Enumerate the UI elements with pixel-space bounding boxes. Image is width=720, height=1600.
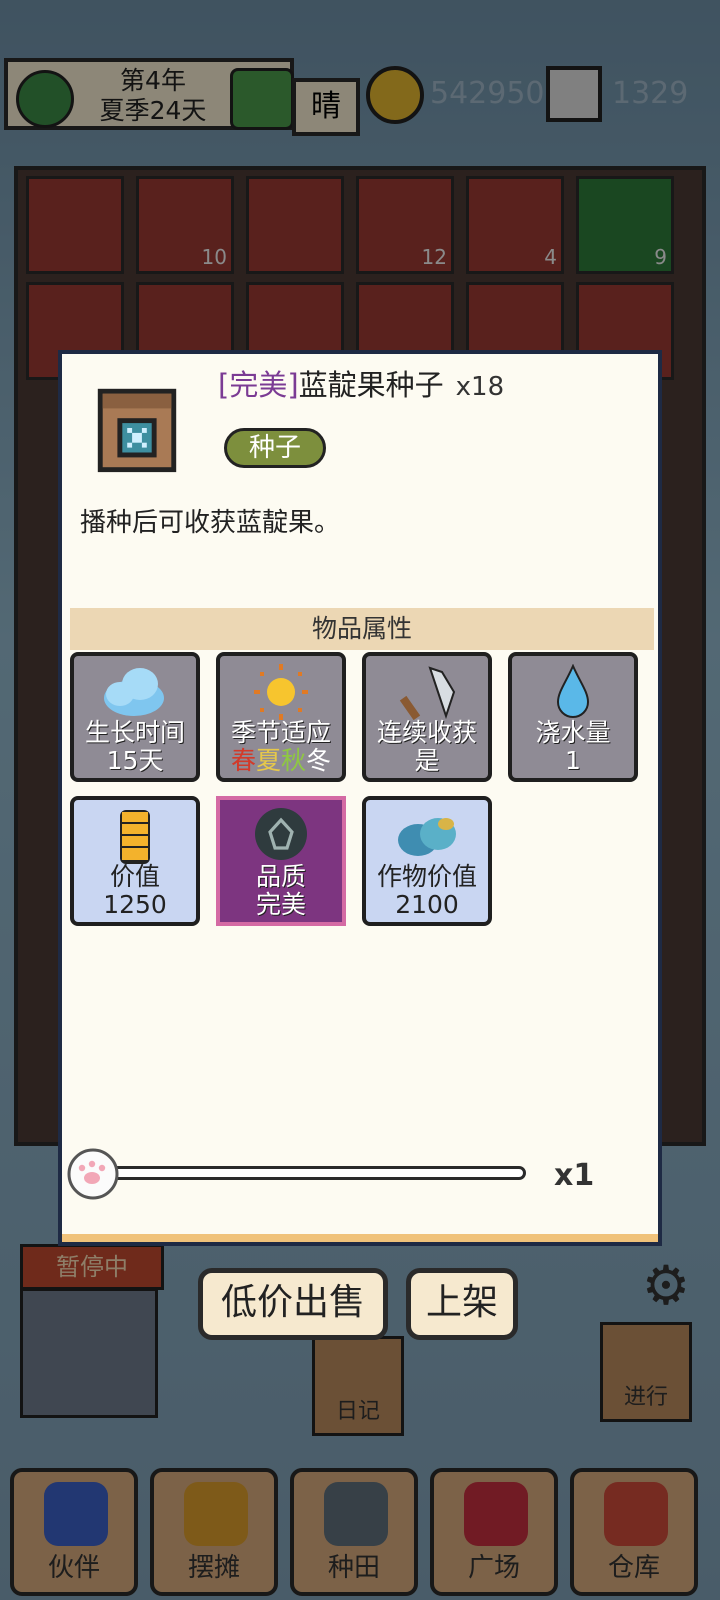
- season-values: 春夏秋冬: [220, 746, 342, 776]
- cloud-icon: [104, 668, 164, 716]
- season-autumn: 秋: [281, 746, 307, 775]
- quantity-slider[interactable]: [102, 1166, 526, 1180]
- quality-card: 品质 完美: [216, 796, 346, 926]
- crop-value-label: 作物价值: [376, 862, 477, 891]
- grow-time-label: 生长时间: [84, 718, 185, 747]
- sell-low-button[interactable]: 低价出售: [198, 1268, 388, 1340]
- season-spring: 春: [230, 746, 256, 775]
- quality-gem-icon: [255, 808, 307, 860]
- season-summer: 夏: [255, 746, 281, 775]
- sun-icon: [254, 664, 308, 720]
- paw-handle-icon[interactable]: [66, 1146, 120, 1200]
- modal-bottom-bar: [62, 1234, 658, 1242]
- item-description: 播种后可收获蓝靛果。: [80, 508, 341, 538]
- item-count: x18: [455, 372, 505, 402]
- season-card: 季节适应 春夏秋冬: [216, 652, 346, 782]
- repeat-harvest-label: 连续收获: [376, 718, 477, 747]
- attributes-header: 物品属性: [70, 608, 654, 650]
- quality-label: 品质: [255, 862, 306, 891]
- grow-time-value: 15天: [106, 746, 164, 775]
- item-name: 蓝靛果种子: [298, 368, 444, 402]
- water-label: 浇水量: [535, 718, 611, 747]
- season-winter: 冬: [306, 746, 332, 775]
- item-title: [完美]蓝靛果种子 x18: [218, 362, 504, 404]
- berry-icon: [398, 818, 456, 856]
- repeat-harvest-value: 是: [414, 746, 440, 775]
- item-detail-dialog: [完美]蓝靛果种子 x18 种子 播种后可收获蓝靛果。 物品属性 生长时间 15天…: [58, 350, 662, 1246]
- season-label: 季节适应: [230, 718, 331, 747]
- item-tag: 种子: [224, 428, 326, 468]
- sickle-icon: [399, 666, 456, 720]
- quality-value: 完美: [255, 890, 306, 919]
- crop-value-card: 作物价值 2100: [362, 796, 492, 926]
- coin-stack-icon: [120, 810, 150, 864]
- price-card: 价值 1250: [70, 796, 200, 926]
- crop-value-value: 2100: [395, 890, 459, 919]
- water-card: 浇水量 1: [508, 652, 638, 782]
- list-button[interactable]: 上架: [406, 1268, 518, 1340]
- price-value: 1250: [103, 890, 167, 919]
- repeat-harvest-card: 连续收获 是: [362, 652, 492, 782]
- quantity-value: x1: [554, 1158, 595, 1193]
- water-drop-icon: [556, 664, 590, 718]
- water-value: 1: [565, 746, 581, 775]
- grow-time-card: 生长时间 15天: [70, 652, 200, 782]
- price-label: 价值: [109, 862, 160, 891]
- item-quality: [完美]: [218, 368, 299, 402]
- seed-bag-icon: [97, 388, 177, 473]
